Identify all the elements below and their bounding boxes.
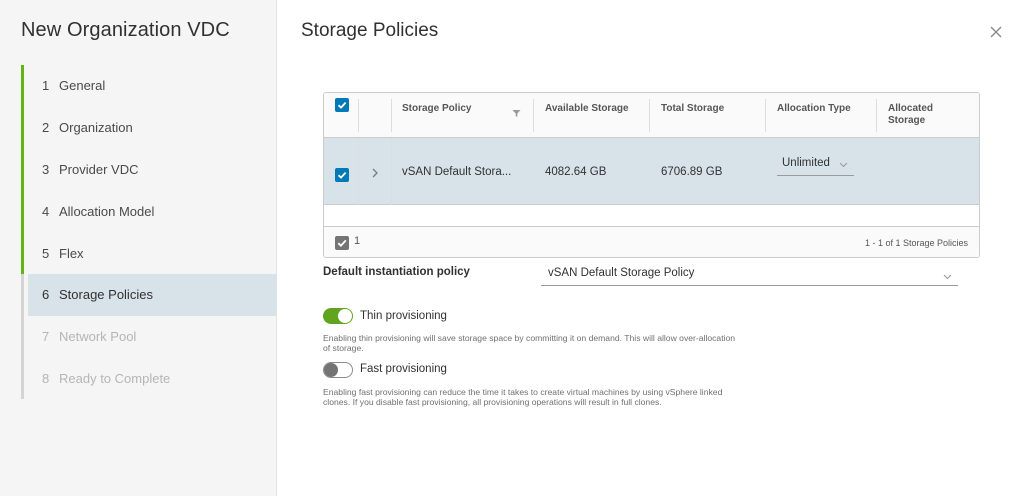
column-header-available-storage[interactable]: Available Storage bbox=[534, 93, 649, 138]
fast-provisioning-toggle[interactable] bbox=[323, 362, 353, 378]
wizard-nav: New Organization VDC 1 General 2 Organizat… bbox=[0, 0, 277, 496]
cell-storage-policy: vSAN Default Stora... bbox=[402, 165, 512, 178]
column-header-storage-policy[interactable]: Storage Policy bbox=[391, 93, 531, 138]
grid-footer: 1 1 - 1 of 1 Storage Policies bbox=[324, 226, 979, 257]
fast-provisioning-help: Enabling fast provisioning can reduce th… bbox=[323, 387, 723, 407]
step-label: Ready to Complete bbox=[59, 370, 171, 386]
column-header-label: Total Storage bbox=[661, 103, 725, 114]
step-label: Provider VDC bbox=[59, 161, 139, 177]
column-separator bbox=[358, 99, 359, 132]
table-row[interactable]: vSAN Default Stora... 4082.64 GB 6706.89… bbox=[324, 138, 979, 205]
select-all-checkbox[interactable] bbox=[335, 98, 349, 112]
column-header-label: Allocated Storage bbox=[888, 103, 934, 126]
thin-provisioning-help: Enabling thin provisioning will save sto… bbox=[323, 333, 736, 353]
column-header-allocated-storage[interactable]: Allocated Storage bbox=[877, 93, 947, 138]
chevron-down-icon bbox=[839, 159, 848, 171]
step-label: Storage Policies bbox=[59, 287, 153, 303]
cell-allocated-storage bbox=[877, 138, 888, 205]
pagination-text: 1 - 1 of 1 Storage Policies bbox=[864, 238, 968, 248]
allocation-type-value: Unlimited bbox=[782, 157, 830, 169]
step-number: 4 bbox=[42, 203, 50, 219]
chevron-right-icon[interactable] bbox=[370, 166, 380, 184]
step-number: 5 bbox=[42, 245, 50, 261]
page-title: Storage Policies bbox=[301, 20, 439, 41]
default-policy-value: vSAN Default Storage Policy bbox=[548, 267, 695, 279]
thin-provisioning-label: Thin provisioning bbox=[360, 310, 447, 322]
toggle-knob bbox=[324, 363, 338, 377]
step-general[interactable]: 1 General bbox=[21, 65, 277, 107]
chevron-down-icon bbox=[943, 271, 952, 283]
column-separator bbox=[358, 138, 359, 205]
column-header-allocation-type[interactable]: Allocation Type bbox=[766, 93, 876, 138]
step-number: 7 bbox=[42, 329, 50, 345]
step-number: 2 bbox=[42, 120, 50, 136]
step-label: General bbox=[59, 78, 106, 94]
column-header-total-storage[interactable]: Total Storage bbox=[650, 93, 765, 138]
step-label: Allocation Model bbox=[59, 203, 155, 219]
step-organization[interactable]: 2 Organization bbox=[21, 106, 277, 149]
step-label: Network Pool bbox=[59, 329, 137, 345]
step-ready-to-complete: 8 Ready to Complete bbox=[21, 357, 277, 400]
step-number: 3 bbox=[42, 161, 50, 177]
grid-header: Storage Policy Available Storage Total S… bbox=[324, 93, 979, 138]
step-storage-policies[interactable]: 6 Storage Policies bbox=[21, 273, 277, 316]
step-flex[interactable]: 5 Flex bbox=[21, 232, 277, 274]
row-checkbox[interactable] bbox=[335, 168, 349, 182]
step-number: 1 bbox=[42, 78, 50, 94]
column-header-label: Available Storage bbox=[545, 103, 629, 114]
close-icon[interactable] bbox=[988, 24, 1004, 40]
wizard-title: New Organization VDC bbox=[21, 19, 230, 41]
allocation-type-select[interactable]: Unlimited bbox=[777, 155, 854, 176]
step-number: 8 bbox=[42, 370, 50, 386]
default-policy-label: Default instantiation policy bbox=[323, 266, 470, 278]
filter-icon[interactable] bbox=[512, 105, 521, 123]
selected-count: 1 bbox=[354, 235, 361, 247]
step-label: Flex bbox=[59, 245, 84, 261]
thin-provisioning-toggle[interactable] bbox=[323, 308, 353, 324]
toggle-knob bbox=[338, 309, 352, 323]
fast-provisioning-label: Fast provisioning bbox=[360, 363, 447, 375]
cell-total-storage: 6706.89 GB bbox=[661, 165, 723, 178]
step-number: 6 bbox=[42, 287, 50, 303]
step-allocation-model[interactable]: 4 Allocation Model bbox=[21, 190, 277, 232]
cell-available-storage: 4082.64 GB bbox=[545, 165, 607, 178]
default-policy-select[interactable]: vSAN Default Storage Policy bbox=[541, 264, 958, 286]
selection-checkbox[interactable] bbox=[335, 236, 349, 250]
storage-policies-grid: Storage Policy Available Storage Total S… bbox=[323, 92, 980, 258]
step-provider-vdc[interactable]: 3 Provider VDC bbox=[21, 148, 277, 191]
column-header-label: Storage Policy bbox=[402, 103, 472, 114]
step-label: Organization bbox=[59, 120, 133, 136]
wizard-steps: 1 General 2 Organization 3 Provider VDC 4 Al… bbox=[21, 65, 277, 400]
column-header-label: Allocation Type bbox=[777, 103, 851, 114]
step-network-pool: 7 Network Pool bbox=[21, 315, 277, 358]
